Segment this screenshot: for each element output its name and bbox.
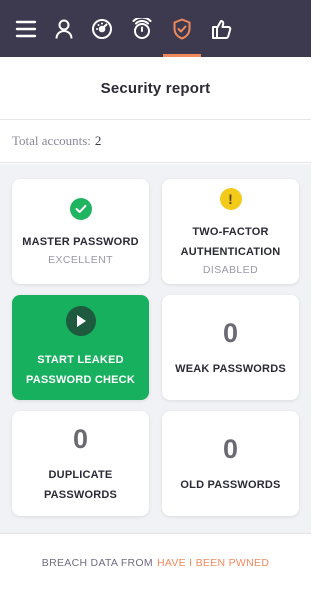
page-header: Security report [0, 57, 311, 120]
top-nav-bar [0, 0, 311, 57]
total-accounts-value: 2 [94, 133, 102, 148]
two-factor-title-line1: TWO-FACTOR [192, 225, 269, 238]
menu-icon[interactable] [7, 0, 45, 57]
leak-check-title-line2: PASSWORD CHECK [26, 373, 135, 386]
hibp-link[interactable]: HAVE I BEEN PWNED [157, 557, 269, 569]
total-accounts-label: Total accounts: [12, 133, 91, 148]
master-password-title: MASTER PASSWORD [22, 235, 139, 248]
duplicate-passwords-title-line1: DUPLICATE [48, 468, 113, 481]
warning-icon: ! [219, 187, 242, 210]
weak-passwords-title: WEAK PASSWORDS [175, 362, 286, 375]
weak-passwords-card[interactable]: 0 WEAK PASSWORDS [162, 295, 299, 400]
old-passwords-card[interactable]: 0 OLD PASSWORDS [162, 411, 299, 516]
weak-passwords-count: 0 [222, 317, 239, 348]
master-password-card[interactable]: MASTER PASSWORD EXCELLENT [12, 179, 149, 284]
user-icon[interactable] [45, 0, 83, 57]
dashboard-icon[interactable] [83, 0, 121, 57]
footer-prefix: BREACH DATA FROM [41, 557, 153, 569]
shield-check-icon[interactable] [163, 0, 201, 57]
old-passwords-title: OLD PASSWORDS [180, 478, 281, 491]
play-icon [65, 305, 96, 336]
master-password-status: EXCELLENT [48, 253, 113, 266]
duplicate-passwords-card[interactable]: 0 DUPLICATE PASSWORDS [12, 411, 149, 516]
check-circle-icon [69, 197, 92, 220]
start-leak-check-button[interactable]: START LEAKED PASSWORD CHECK [12, 295, 149, 400]
duplicate-passwords-count: 0 [72, 423, 89, 454]
footer: BREACH DATA FROM HAVE I BEEN PWNED [0, 535, 311, 591]
leak-check-title-line1: START LEAKED [37, 353, 124, 366]
timer-icon[interactable] [123, 0, 161, 57]
report-grid: MASTER PASSWORD EXCELLENT ! TWO-FACTOR A… [0, 164, 311, 534]
duplicate-passwords-title-line2: PASSWORDS [43, 488, 118, 501]
two-factor-title-line2: AUTHENTICATION [180, 245, 281, 258]
old-passwords-count: 0 [222, 433, 239, 464]
total-accounts: Total accounts: 2 [0, 120, 311, 163]
thumbs-up-icon[interactable] [203, 0, 241, 57]
two-factor-status: DISABLED [202, 263, 259, 276]
page-title: Security report [100, 79, 211, 97]
two-factor-card[interactable]: ! TWO-FACTOR AUTHENTICATION DISABLED [162, 179, 299, 284]
